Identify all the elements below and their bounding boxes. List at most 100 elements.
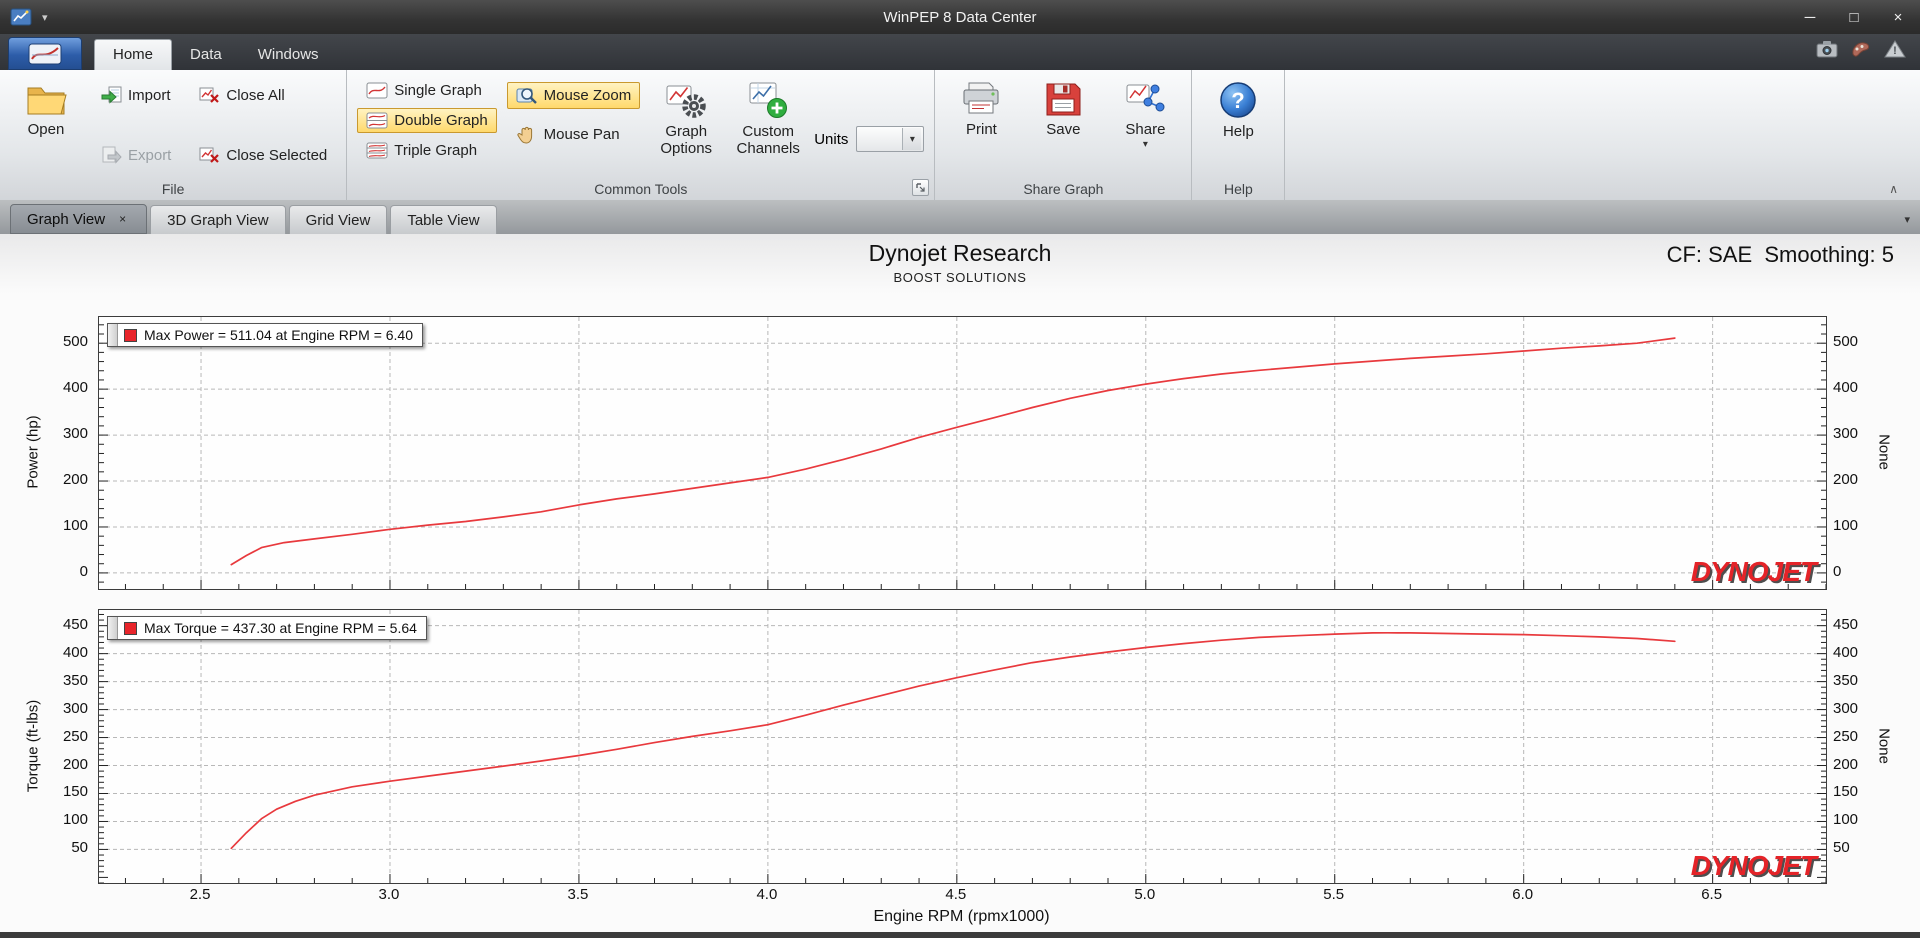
power-legend-text: Max Power = 511.04 at Engine RPM = 6.40 xyxy=(144,327,414,343)
dynojet-watermark: DYNOJET xyxy=(1690,850,1817,881)
ribbon-tab-data[interactable]: Data xyxy=(172,40,240,70)
close-all-label: Close All xyxy=(226,86,285,104)
close-button[interactable]: × xyxy=(1876,0,1920,34)
save-button[interactable]: Save xyxy=(1027,76,1099,176)
common-tools-dialog-launcher[interactable] xyxy=(912,179,930,196)
share-dropdown-arrow-icon[interactable]: ▾ xyxy=(1143,140,1148,150)
power-chart: Max Power = 511.04 at Engine RPM = 6.40 … xyxy=(0,316,1920,590)
y-tick-label-right: 400 xyxy=(1833,643,1859,661)
screenshot-icon[interactable] xyxy=(1816,40,1838,58)
close-selected-label: Close Selected xyxy=(226,146,328,164)
x-tick-label: 6.0 xyxy=(1512,886,1534,903)
close-all-button[interactable]: Close All xyxy=(190,82,336,108)
graph-subtitle: BOOST SOLUTIONS xyxy=(893,270,1027,285)
y-tick-label-right: 250 xyxy=(1833,727,1859,745)
torque-legend[interactable]: Max Torque = 437.30 at Engine RPM = 5.64 xyxy=(107,616,427,640)
y-tick-label: 300 xyxy=(62,699,88,717)
maximize-button[interactable]: □ xyxy=(1832,0,1876,34)
print-button[interactable]: Print xyxy=(945,76,1017,176)
mouse-zoom-label: Mouse Zoom xyxy=(543,87,632,104)
y-tick-label: 400 xyxy=(62,643,88,661)
tab-grid-view[interactable]: Grid View xyxy=(288,205,388,234)
ribbon-group-file: Open Import Export Close All Close Selec… xyxy=(0,70,348,200)
help-icon: ? xyxy=(1218,80,1258,120)
triple-graph-icon xyxy=(366,142,388,159)
tab-grid-view-label: Grid View xyxy=(305,211,371,229)
mouse-pan-button[interactable]: Mouse Pan xyxy=(507,121,641,148)
mouse-zoom-button[interactable]: Mouse Zoom xyxy=(506,82,641,109)
group-label-share: Share Graph xyxy=(1023,181,1104,197)
share-label: Share xyxy=(1125,121,1166,138)
torque-plot-area[interactable]: Max Torque = 437.30 at Engine RPM = 5.64… xyxy=(98,609,1827,884)
units-dropdown[interactable]: ▾ xyxy=(856,126,925,152)
ribbon: Open Import Export Close All Close Selec… xyxy=(0,70,1920,201)
svg-text:?: ? xyxy=(1232,88,1245,113)
import-label: Import xyxy=(128,86,171,104)
app-icon[interactable] xyxy=(10,8,32,26)
y-tick-label-right: 200 xyxy=(1833,471,1859,489)
legend-swatch-icon xyxy=(124,328,137,342)
import-button[interactable]: Import xyxy=(92,82,180,108)
group-label-file: File xyxy=(161,181,185,197)
single-graph-icon xyxy=(366,82,388,99)
tab-table-view[interactable]: Table View xyxy=(390,205,497,234)
ribbon-collapse-button[interactable]: ∧ xyxy=(1883,180,1904,198)
double-graph-button[interactable]: Double Graph xyxy=(357,108,497,133)
x-tick-label: 2.5 xyxy=(189,886,211,903)
share-button[interactable]: Share ▾ xyxy=(1109,76,1181,176)
mouse-pan-icon xyxy=(516,125,538,144)
export-icon xyxy=(101,146,122,164)
y-tick-label: 450 xyxy=(62,615,88,633)
app-menu-button[interactable] xyxy=(8,37,82,70)
triple-graph-button[interactable]: Triple Graph xyxy=(357,138,496,163)
tab-3d-graph-view[interactable]: 3D Graph View xyxy=(150,205,286,234)
tab-overflow-arrow-icon[interactable]: ▾ xyxy=(1904,213,1910,226)
titlebar: ▾ WinPEP 8 Data Center ─ □ × xyxy=(0,0,1920,34)
minimize-button[interactable]: ─ xyxy=(1788,0,1832,34)
tab-graph-view-label: Graph View xyxy=(27,210,106,228)
save-label: Save xyxy=(1046,121,1081,138)
power-legend[interactable]: Max Power = 511.04 at Engine RPM = 6.40 xyxy=(107,323,424,347)
close-selected-button[interactable]: Close Selected xyxy=(190,142,336,168)
group-label-common-tools: Common Tools xyxy=(594,181,688,197)
ribbon-tab-windows[interactable]: Windows xyxy=(240,40,337,70)
x-axis-tick-labels: 2.5 3.0 3.5 4.0 4.5 5.0 5.5 6.0 6.5 xyxy=(0,886,1920,906)
legend-swatch-icon xyxy=(124,621,137,635)
winpep-logo-icon xyxy=(28,43,62,65)
units-dropdown-arrow-icon[interactable]: ▾ xyxy=(902,128,922,150)
legend-grip-icon[interactable] xyxy=(108,324,118,346)
y-tick-label: 250 xyxy=(62,727,88,745)
x-tick-label: 4.5 xyxy=(945,886,967,903)
legend-grip-icon[interactable] xyxy=(108,617,118,639)
theme-brush-icon[interactable] xyxy=(1850,40,1872,58)
chart-region: Dynojet Research BOOST SOLUTIONS CF: SAE… xyxy=(0,234,1920,932)
single-graph-button[interactable]: Single Graph xyxy=(357,78,496,103)
ribbon-tab-home[interactable]: Home xyxy=(94,39,173,70)
torque-chart: Max Torque = 437.30 at Engine RPM = 5.64… xyxy=(0,609,1920,884)
mouse-pan-label: Mouse Pan xyxy=(543,126,620,143)
tab-graph-view[interactable]: Graph View × xyxy=(10,204,148,234)
svg-text:!: ! xyxy=(1893,45,1897,57)
custom-channels-button[interactable]: Custom Channels xyxy=(732,76,804,176)
y-tick-label: 100 xyxy=(62,811,88,829)
quick-access-icon[interactable]: ▾ xyxy=(42,11,48,24)
tab-table-view-label: Table View xyxy=(407,211,480,229)
help-button[interactable]: ? Help xyxy=(1202,76,1274,176)
tab-close-icon[interactable]: × xyxy=(115,212,130,227)
window-bottom-edge xyxy=(0,932,1920,938)
y-tick-label: 400 xyxy=(62,379,88,397)
graph-options-button[interactable]: Graph Options xyxy=(650,76,722,176)
ribbon-group-share: Print Save Share ▾ Share Graph xyxy=(935,70,1193,200)
y-tick-label-right: 300 xyxy=(1833,699,1859,717)
power-plot-area[interactable]: Max Power = 511.04 at Engine RPM = 6.40 … xyxy=(98,316,1827,590)
dynojet-watermark: DYNOJET xyxy=(1690,556,1817,587)
y-tick-label: 150 xyxy=(62,783,88,801)
x-tick-label: 5.5 xyxy=(1323,886,1345,903)
alert-triangle-icon[interactable]: ! xyxy=(1884,40,1906,58)
graph-options-label: Graph Options xyxy=(660,123,713,157)
open-label: Open xyxy=(27,121,65,138)
open-button[interactable]: Open xyxy=(10,76,82,176)
triple-graph-label: Triple Graph xyxy=(394,142,478,159)
export-button[interactable]: Export xyxy=(92,142,180,168)
y-tick-label-right: 500 xyxy=(1833,333,1859,351)
